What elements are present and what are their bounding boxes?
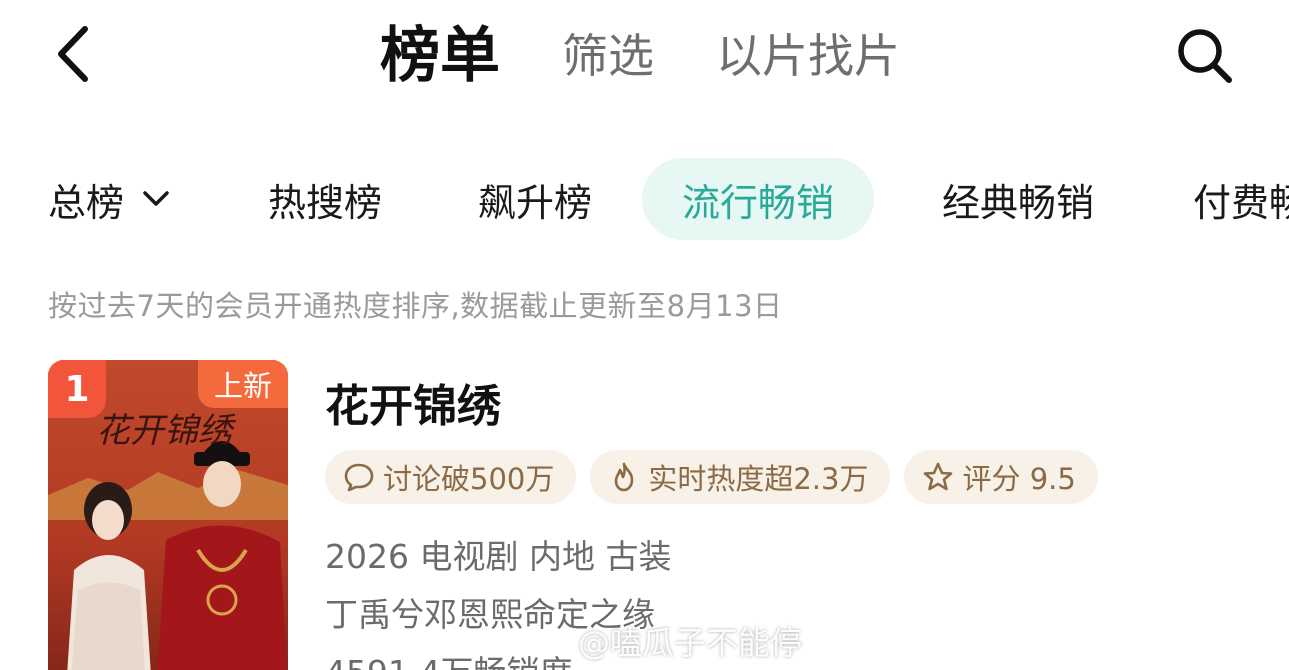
category-tabs: 总榜 热搜榜 飙升榜 流行畅销 经典畅销 付费畅 — [0, 158, 1289, 240]
chevron-left-icon — [58, 26, 88, 82]
chevron-down-icon — [142, 190, 170, 208]
item-tags: 讨论破500万 实时热度超2.3万 评分 9.5 — [325, 450, 1112, 504]
tag-text: 评分 9.5 — [962, 462, 1076, 496]
poster-title-text: 花开锦绣 — [96, 411, 237, 451]
tag-heat: 实时热度超2.3万 — [590, 450, 891, 504]
tag-text: 讨论破500万 — [383, 462, 555, 496]
category-rising[interactable]: 飙升榜 — [478, 158, 592, 240]
tag-text: 实时热度超2.3万 — [648, 462, 869, 496]
star-icon — [924, 462, 953, 491]
tag-rating: 评分 9.5 — [904, 450, 1098, 504]
watermark-text: @嗑瓜子不能停 — [578, 624, 803, 662]
tag-discussion: 讨论破500万 — [325, 450, 577, 504]
back-button[interactable] — [48, 22, 98, 86]
category-paid-bestseller[interactable]: 付费畅 — [1193, 158, 1289, 240]
ranking-note: 按过去7天的会员开通热度排序,数据截止更新至8月13日 — [48, 289, 783, 323]
search-button[interactable] — [1170, 24, 1240, 88]
tab-ranking[interactable]: 榜单 — [380, 26, 500, 86]
flame-icon — [615, 462, 634, 492]
weibo-logo-icon — [533, 628, 569, 657]
search-icon — [1178, 29, 1232, 83]
new-badge: 上新 — [197, 360, 288, 408]
item-meta-info: 2026 电视剧 内地 古装 — [325, 537, 672, 576]
item-title[interactable]: 花开锦绣 — [325, 370, 501, 434]
tab-find-similar[interactable]: 以片找片 — [716, 26, 900, 86]
rank-badge: 1 — [48, 360, 106, 418]
category-label: 总榜 — [48, 180, 125, 225]
category-classic-bestseller[interactable]: 经典畅销 — [942, 158, 1094, 240]
top-tabs: 榜单 筛选 以片找片 — [380, 26, 962, 86]
watermark: @嗑瓜子不能停 — [532, 618, 802, 664]
category-hot-search[interactable]: 热搜榜 — [268, 158, 382, 240]
category-popular-bestseller[interactable]: 流行畅销 — [642, 158, 875, 240]
poster-image[interactable]: 花开锦绣 1 上新 — [48, 360, 288, 670]
tab-filter[interactable]: 筛选 — [562, 26, 654, 86]
comment-icon — [344, 463, 374, 492]
category-overall[interactable]: 总榜 — [48, 158, 170, 240]
